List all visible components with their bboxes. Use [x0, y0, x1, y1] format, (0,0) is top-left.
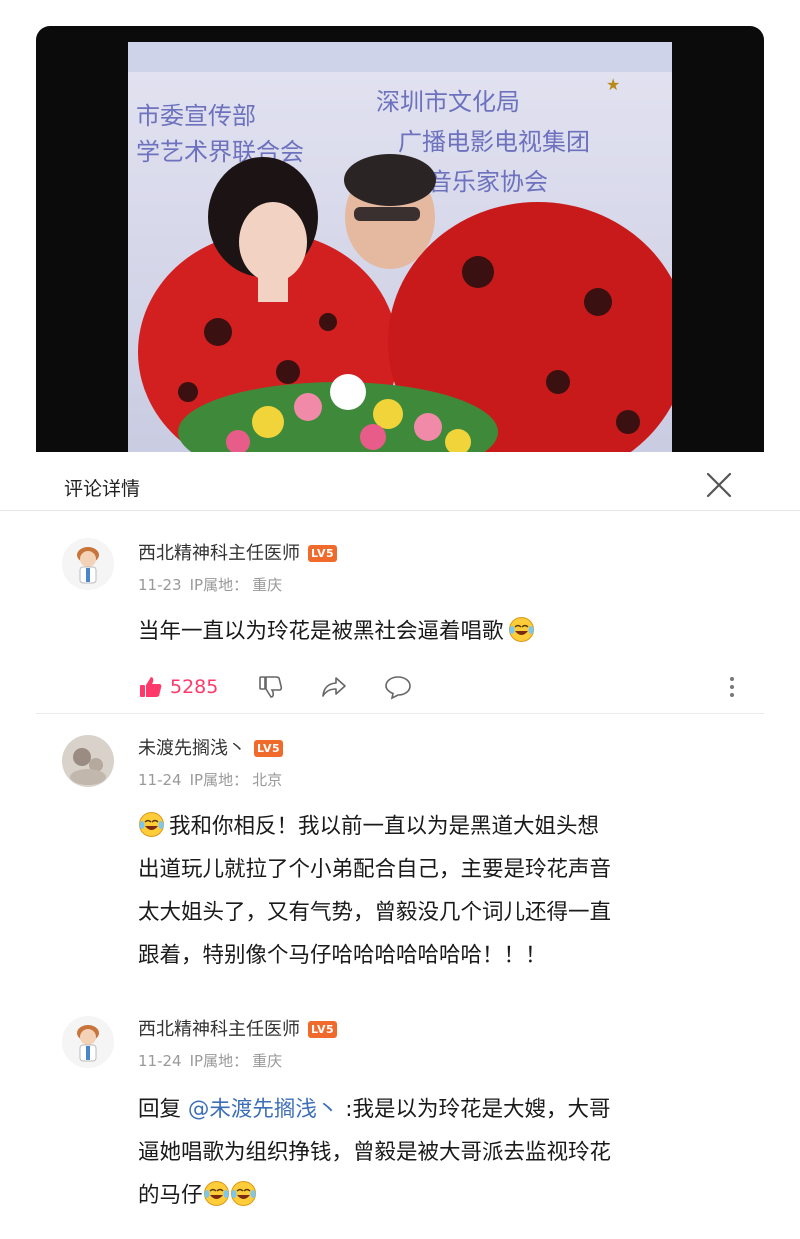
level-badge: LV5	[308, 1021, 338, 1038]
laugh-cry-emoji-icon	[230, 1181, 256, 1206]
reply-button[interactable]	[384, 670, 412, 704]
svg-text:★: ★	[606, 75, 620, 94]
share-button[interactable]	[320, 670, 348, 704]
comment-date: 11-24	[138, 1052, 182, 1070]
more-vertical-icon	[730, 677, 734, 697]
level-badge: LV5	[308, 545, 338, 562]
comment-text-line: 跟着，特别像个马仔哈哈哈哈哈哈哈！！！	[138, 943, 547, 968]
avatar[interactable]	[62, 735, 114, 787]
ip-location: 重庆	[252, 576, 283, 594]
comment-meta: 11-23 IP属地： 重庆	[138, 574, 290, 595]
laugh-cry-emoji-icon	[139, 812, 164, 837]
like-count: 5285	[170, 676, 219, 698]
ip-label: IP属地：	[189, 1052, 249, 1070]
more-options-button[interactable]	[724, 670, 740, 704]
share-icon	[322, 677, 346, 697]
comment-bubble-icon	[385, 676, 411, 700]
comment-text-line: 的马仔	[138, 1183, 203, 1208]
ip-label: IP属地：	[189, 771, 249, 789]
comment-text-line: 逼她唱歌为组织挣钱，曾毅是被大哥派去监视玲花	[138, 1140, 612, 1165]
comment-actions: 5285	[138, 670, 758, 704]
comment-meta: 11-24 IP属地： 北京	[138, 769, 290, 790]
ip-label: IP属地：	[189, 576, 249, 594]
comment-date: 11-23	[138, 576, 182, 594]
comment-text: 当年一直以为玲花是被黑社会逼着唱歌	[138, 619, 504, 644]
comment-text-block: 当年一直以为玲花是被黑社会逼着唱歌	[138, 610, 738, 653]
banner-text-4: 广播电影电视集团	[398, 128, 590, 156]
ip-location: 重庆	[252, 1052, 283, 1070]
comment-date: 11-24	[138, 771, 182, 789]
video-still-image: 市委宣传部 学艺术界联合会 深圳市文化局 广播电影电视集团 音乐家协会 ★	[128, 42, 672, 452]
close-icon	[706, 472, 732, 498]
username[interactable]: 未渡先搁浅丶	[138, 738, 246, 759]
video-player[interactable]: 市委宣传部 学艺术界联合会 深圳市文化局 广播电影电视集团 音乐家协会 ★	[36, 26, 764, 452]
thumbs-down-icon	[259, 676, 283, 698]
dislike-button[interactable]	[258, 670, 284, 704]
comment-text-line: 出道玩儿就拉了个小弟配合自己，主要是玲花声音	[138, 857, 612, 882]
avatar[interactable]	[62, 1016, 114, 1068]
banner-text-5: 音乐家协会	[428, 168, 548, 196]
status-area	[0, 0, 800, 26]
comment-item: 未渡先搁浅丶 LV5 11-24 IP属地： 北京 我和你相反！我以前一直以为是黑道大…	[0, 725, 800, 995]
username[interactable]: 西北精神科主任医师	[138, 1019, 300, 1040]
comment-detail-header: 评论详情	[0, 462, 800, 511]
comment-text-line: 我和你相反！我以前一直以为是黑道大姐头想	[169, 814, 600, 839]
close-button[interactable]	[700, 466, 738, 504]
avatar-doctor-icon	[62, 1016, 114, 1068]
video-frame: 市委宣传部 学艺术界联合会 深圳市文化局 广播电影电视集团 音乐家协会 ★	[128, 42, 672, 452]
ip-location: 北京	[252, 771, 283, 789]
thumbs-up-icon	[140, 677, 162, 697]
avatar[interactable]	[62, 538, 114, 590]
mention-link[interactable]: @未渡先搁浅丶	[188, 1097, 339, 1122]
banner-text-1: 深圳市文化局	[376, 88, 520, 116]
comment-text-line: 太大姐头了，又有气势，曾毅没几个词儿还得一直	[138, 900, 612, 925]
comment-item: 西北精神科主任医师 LV5 11-23 IP属地： 重庆 当年一直以为玲花是被黑社会逼…	[0, 530, 800, 710]
comment-text-block: 回复 @未渡先搁浅丶 :我是以为玲花是大嫂，大哥 逼她唱歌为组织挣钱，曾毅是被大…	[138, 1088, 738, 1217]
like-button[interactable]: 5285	[138, 670, 218, 704]
username[interactable]: 西北精神科主任医师	[138, 543, 300, 564]
divider	[36, 713, 764, 714]
laugh-cry-emoji-icon	[203, 1181, 229, 1206]
level-badge: LV5	[254, 740, 284, 757]
laugh-cry-emoji-icon	[508, 617, 534, 642]
comment-text-block: 我和你相反！我以前一直以为是黑道大姐头想 出道玩儿就拉了个小弟配合自己，主要是玲…	[138, 805, 738, 977]
avatar-photo-icon	[62, 735, 114, 787]
comment-meta: 11-24 IP属地： 重庆	[138, 1050, 290, 1071]
panel-title: 评论详情	[64, 478, 141, 500]
comment-text-line: :我是以为玲花是大嫂，大哥	[345, 1097, 611, 1122]
reply-prefix: 回复	[138, 1097, 182, 1122]
avatar-doctor-icon	[62, 538, 114, 590]
comment-item: 西北精神科主任医师 LV5 11-24 IP属地： 重庆 回复 @未渡先搁浅丶 :我是…	[0, 1006, 800, 1239]
banner-text-2: 市委宣传部	[136, 102, 256, 130]
